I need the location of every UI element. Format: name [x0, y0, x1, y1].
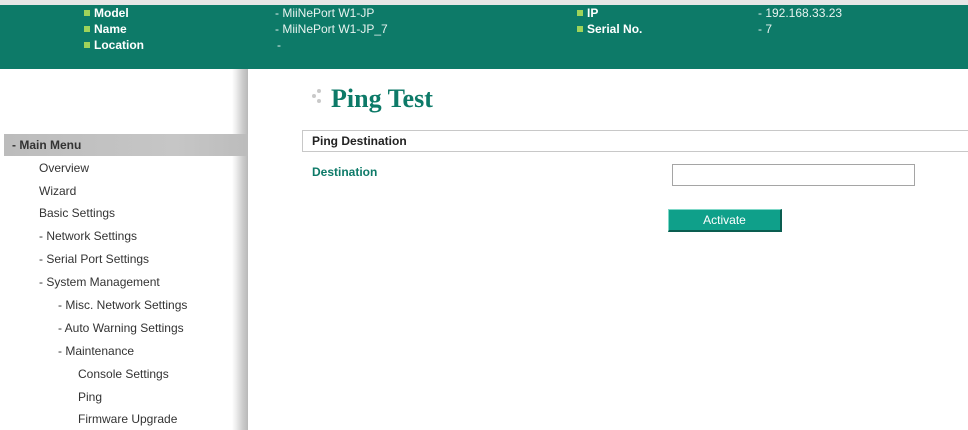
destination-label: Destination: [312, 165, 378, 179]
menu-item-ping[interactable]: Ping: [78, 390, 102, 404]
dots-icon: [312, 89, 326, 103]
model-value: - MiiNePort W1-JP: [275, 6, 375, 20]
menu-item-serial-port-settings[interactable]: - Serial Port Settings: [39, 252, 149, 266]
serial-value: - 7: [758, 22, 773, 36]
name-value: - MiiNePort W1-JP_7: [275, 22, 388, 36]
destination-input[interactable]: [672, 164, 915, 186]
bullet-icon: [84, 25, 90, 32]
bullet-icon: [577, 25, 583, 32]
menu-item-wizard[interactable]: Wizard: [39, 184, 76, 198]
menu-item-basic-settings[interactable]: Basic Settings: [39, 206, 115, 220]
menu-item-maintenance[interactable]: - Maintenance: [58, 344, 134, 358]
menu-item-system-management[interactable]: - System Management: [39, 275, 160, 289]
location-label: Location: [84, 37, 144, 53]
name-label: Name: [84, 21, 127, 37]
main-menu-header[interactable]: - Main Menu: [4, 134, 248, 156]
location-value: -: [277, 38, 281, 52]
sidebar: - Main Menu Overview Wizard Basic Settin…: [0, 69, 248, 430]
menu-item-network-settings[interactable]: - Network Settings: [39, 229, 137, 243]
menu-item-console-settings[interactable]: Console Settings: [78, 367, 169, 381]
ip-label: IP: [577, 5, 598, 21]
serial-label: Serial No.: [577, 21, 642, 37]
bullet-icon: [84, 9, 90, 16]
menu-item-overview[interactable]: Overview: [39, 161, 89, 175]
section-title: Ping Destination: [312, 134, 407, 148]
menu-item-auto-warning-settings[interactable]: - Auto Warning Settings: [58, 321, 184, 335]
page-title: Ping Test: [331, 84, 433, 113]
bullet-icon: [84, 41, 90, 48]
section-header: Ping Destination: [302, 130, 968, 152]
menu-item-misc-network-settings[interactable]: - Misc. Network Settings: [58, 298, 187, 312]
model-label: Model: [84, 5, 129, 21]
activate-button[interactable]: Activate: [668, 209, 782, 232]
menu-item-firmware-upgrade[interactable]: Firmware Upgrade: [78, 412, 177, 426]
ip-value: - 192.168.33.23: [758, 6, 843, 20]
bullet-icon: [577, 9, 583, 16]
device-info-header: Model - MiiNePort W1-JP Name - MiiNePort…: [0, 0, 968, 69]
